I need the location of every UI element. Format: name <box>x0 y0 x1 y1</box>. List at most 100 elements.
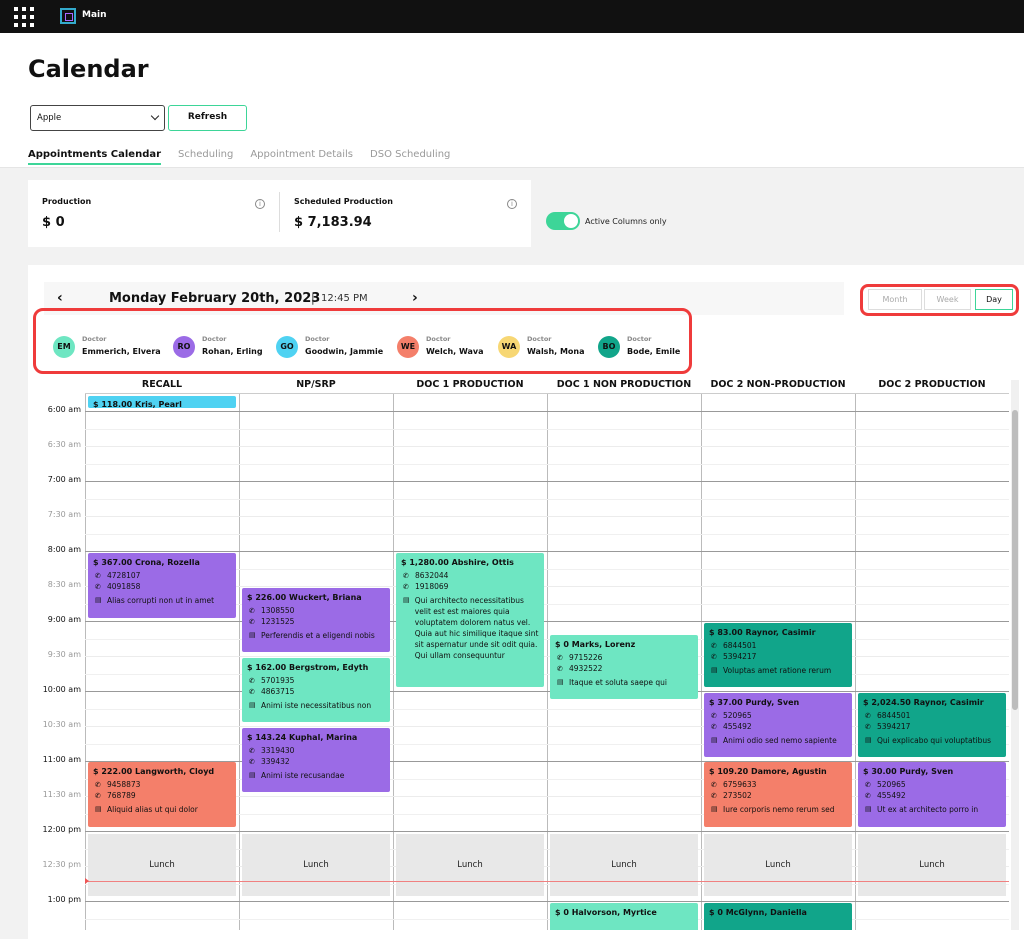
doctor-role: Doctor <box>305 335 330 343</box>
lunch-block[interactable]: Lunch <box>704 834 852 896</box>
tab-appointments-calendar[interactable]: Appointments Calendar <box>28 149 162 165</box>
appointment-card[interactable]: $ 162.00 Bergstrom, Edyth ✆ 5701935 ✆ 4863… <box>242 658 390 722</box>
appointment-card[interactable]: $ 30.00 Purdy, Sven ✆ 520965 ✆ 455492 ▤ Ut … <box>858 762 1006 827</box>
lunch-block[interactable]: Lunch <box>88 834 236 896</box>
phone-icon: ✆ <box>711 652 717 661</box>
appointment-phone: 4728107 <box>107 571 141 580</box>
lunch-block[interactable]: Lunch <box>242 834 390 896</box>
note-icon: ▤ <box>249 771 256 779</box>
time-label: 9:00 am <box>47 615 81 624</box>
scrollbar-thumb[interactable] <box>1012 410 1018 710</box>
production-value: $ 0 <box>42 215 65 230</box>
time-label: 11:30 am <box>42 790 81 799</box>
phone-icon: ✆ <box>557 653 563 662</box>
tab-scheduling[interactable]: Scheduling <box>178 149 233 165</box>
app-logo-icon <box>60 8 76 24</box>
tab-appointment-details[interactable]: Appointment Details <box>250 149 353 165</box>
view-week-button[interactable]: Week <box>924 289 971 310</box>
appointment-card[interactable]: $ 37.00 Purdy, Sven ✆ 520965 ✆ 455492 ▤ Ani… <box>704 693 852 757</box>
practice-select[interactable]: Apple <box>30 105 165 131</box>
appointment-card[interactable]: $ 222.00 Langworth, Cloyd ✆ 9458873 ✆ 7687… <box>88 762 236 827</box>
appointment-phone: 9458873 <box>107 780 141 789</box>
lunch-block[interactable]: Lunch <box>858 834 1006 896</box>
grid-line <box>85 428 1009 430</box>
scheduled-production-value: $ 7,183.94 <box>294 215 372 230</box>
grid-line <box>85 691 1009 692</box>
doctor-role: Doctor <box>202 335 227 343</box>
view-month-button[interactable]: Month <box>868 289 922 310</box>
info-icon[interactable]: i <box>255 199 265 209</box>
grid-line <box>85 656 1009 657</box>
appointment-phone: 455492 <box>877 791 906 800</box>
appointment-phone: 1308550 <box>261 606 295 615</box>
prev-day-icon[interactable]: ‹ <box>57 290 63 306</box>
appointment-note: Iure corporis nemo rerum sed <box>723 805 835 814</box>
note-icon: ▤ <box>711 736 718 744</box>
avatar: EM <box>53 336 75 358</box>
phone-icon: ✆ <box>403 582 409 591</box>
grid-line <box>85 901 1009 902</box>
view-day-button[interactable]: Day <box>975 289 1013 310</box>
appointment-card[interactable]: $ 109.20 Damore, Agustin ✆ 6759633 ✆ 27350… <box>704 762 852 827</box>
phone-icon: ✆ <box>95 571 101 580</box>
appointment-card[interactable]: $ 143.24 Kuphal, Marina ✆ 3319430 ✆ 339432… <box>242 728 390 792</box>
next-day-icon[interactable]: › <box>412 290 418 306</box>
doctor-role: Doctor <box>527 335 552 343</box>
column-header: DOC 1 NON PRODUCTION <box>556 379 692 390</box>
doctor-name: Emmerich, Elvera <box>82 347 161 356</box>
divider <box>279 192 280 232</box>
doctor-role: Doctor <box>627 335 652 343</box>
lunch-block[interactable]: Lunch <box>396 834 544 896</box>
info-icon[interactable]: i <box>507 199 517 209</box>
appointment-phone: 5394217 <box>723 652 757 661</box>
appointment-note: Qui explicabo qui voluptatibus <box>877 736 992 745</box>
time-label: 12:00 pm <box>42 825 81 834</box>
column-header: DOC 2 PRODUCTION <box>878 379 986 390</box>
column-header: DOC 1 PRODUCTION <box>416 379 524 390</box>
column-header: RECALL <box>141 379 183 390</box>
appointment-title: $ 0 Halvorson, Myrtice <box>555 908 657 917</box>
appointment-title: $ 37.00 Purdy, Sven <box>709 698 800 707</box>
production-label: Production <box>42 197 92 206</box>
appointment-card[interactable]: $ 118.00 Kris, Pearl <box>88 396 236 408</box>
appointment-card[interactable]: $ 0 McGlynn, Daniella <box>704 903 852 930</box>
doctor-role: Doctor <box>426 335 451 343</box>
appointment-phone: 6844501 <box>723 641 757 650</box>
appointment-card[interactable]: $ 226.00 Wuckert, Briana ✆ 1308550 ✆ 12315… <box>242 588 390 652</box>
refresh-button[interactable]: Refresh <box>168 105 247 131</box>
appointment-note: Animi iste recusandae <box>261 771 345 780</box>
appointment-card[interactable]: $ 0 Halvorson, Myrtice <box>550 903 698 930</box>
phone-icon: ✆ <box>711 711 717 720</box>
practice-select-value: Apple <box>37 113 62 123</box>
doctor-name: Bode, Emile <box>627 347 681 356</box>
appointment-phone: 455492 <box>723 722 752 731</box>
appointment-card[interactable]: $ 0 Marks, Lorenz ✆ 9715226 ✆ 4932522 ▤ Ita… <box>550 635 698 699</box>
grid-line <box>85 463 1009 465</box>
appointment-title: $ 2,024.50 Raynor, Casimir <box>863 698 984 707</box>
note-icon: ▤ <box>557 678 564 686</box>
grid-line <box>85 446 1009 447</box>
page-title: Calendar <box>28 55 149 83</box>
tab-dso-scheduling[interactable]: DSO Scheduling <box>370 149 450 165</box>
appointment-phone: 9715226 <box>569 653 603 662</box>
appointment-note: Itaque et soluta saepe qui <box>569 678 667 687</box>
appointment-phone: 6759633 <box>723 780 757 789</box>
avatar: WA <box>498 336 520 358</box>
phone-icon: ✆ <box>249 617 255 626</box>
time-label: 12:30 pm <box>42 860 81 869</box>
grid-line <box>85 516 1009 517</box>
phone-icon: ✆ <box>403 571 409 580</box>
active-columns-toggle[interactable] <box>546 212 580 230</box>
phone-icon: ✆ <box>711 641 717 650</box>
appointment-card[interactable]: $ 1,280.00 Abshire, Ottis ✆ 8632044 ✆ 1918… <box>396 553 544 687</box>
note-icon: ▤ <box>95 805 102 813</box>
chevron-down-icon <box>150 111 160 121</box>
appointment-card[interactable]: $ 367.00 Crona, Rozella ✆ 4728107 ✆ 409185… <box>88 553 236 618</box>
apps-grid-icon[interactable] <box>14 7 34 27</box>
production-card: Production $ 0 i Scheduled Production $ … <box>28 180 531 247</box>
lunch-block[interactable]: Lunch <box>550 834 698 896</box>
appointment-card[interactable]: $ 2,024.50 Raynor, Casimir ✆ 6844501 ✆ 539… <box>858 693 1006 757</box>
grid-line <box>85 411 1009 412</box>
appointment-card[interactable]: $ 83.00 Raynor, Casimir ✆ 6844501 ✆ 539421… <box>704 623 852 687</box>
scheduled-production-label: Scheduled Production <box>294 197 393 206</box>
